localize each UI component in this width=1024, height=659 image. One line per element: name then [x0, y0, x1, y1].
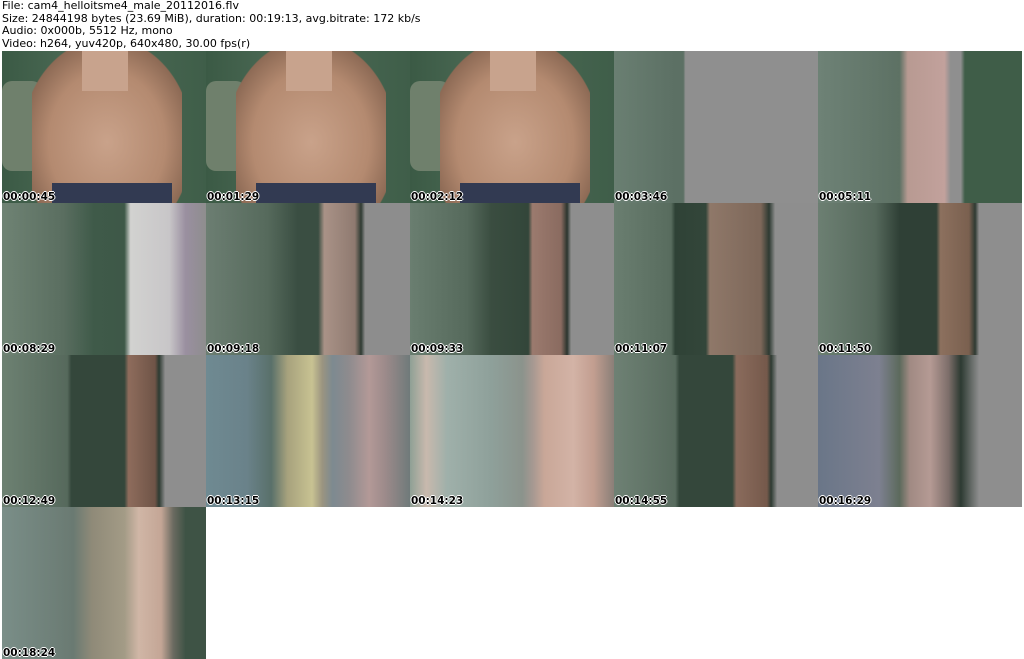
- timestamp-label: 00:16:29: [819, 495, 872, 507]
- timestamp-label: 00:14:55: [615, 495, 668, 507]
- thumbnail: 00:16:29: [818, 355, 1022, 507]
- thumbnail: 00:13:15: [206, 355, 410, 507]
- video-info-line: Video: h264, yuv420p, 640x480, 30.00 fps…: [2, 36, 251, 50]
- thumbnail: 00:11:50: [818, 203, 1022, 355]
- timestamp-label: 00:11:50: [819, 343, 872, 355]
- audio-info-line: Audio: 0x000b, 5512 Hz, mono: [2, 24, 173, 37]
- timestamp-label: 00:12:49: [3, 495, 56, 507]
- timestamp-label: 00:08:29: [3, 343, 56, 355]
- thumbnail: 00:09:18: [206, 203, 410, 355]
- thumbnail: 00:00:45: [2, 51, 206, 203]
- thumbnail: 00:11:07: [614, 203, 818, 355]
- timestamp-label: 00:14:23: [411, 495, 464, 507]
- timestamp-label: 00:00:45: [3, 191, 56, 203]
- thumbnail: 00:03:46: [614, 51, 818, 203]
- file-name-line: File: cam4_helloitsme4_male_20112016.flv: [2, 0, 239, 12]
- thumbnail: 00:02:12: [410, 51, 614, 203]
- thumbnail: 00:12:49: [2, 355, 206, 507]
- timestamp-label: 00:01:29: [207, 191, 260, 203]
- timestamp-label: 00:03:46: [615, 191, 668, 203]
- timestamp-label: 00:18:24: [3, 647, 56, 659]
- timestamp-label: 00:09:33: [411, 343, 464, 355]
- thumbnail: 00:08:29: [2, 203, 206, 355]
- timestamp-label: 00:02:12: [411, 191, 464, 203]
- thumbnail: 00:14:55: [614, 355, 818, 507]
- timestamp-label: 00:13:15: [207, 495, 260, 507]
- thumbnail: 00:09:33: [410, 203, 614, 355]
- timestamp-label: 00:05:11: [819, 191, 872, 203]
- thumbnail: 00:01:29: [206, 51, 410, 203]
- thumbnail: 00:05:11: [818, 51, 1022, 203]
- timestamp-label: 00:11:07: [615, 343, 668, 355]
- timestamp-label: 00:09:18: [207, 343, 260, 355]
- file-info-header: File: cam4_helloitsme4_male_20112016.flv…: [2, 0, 421, 50]
- thumbnail: 00:18:24: [2, 507, 206, 659]
- thumbnail: 00:14:23: [410, 355, 614, 507]
